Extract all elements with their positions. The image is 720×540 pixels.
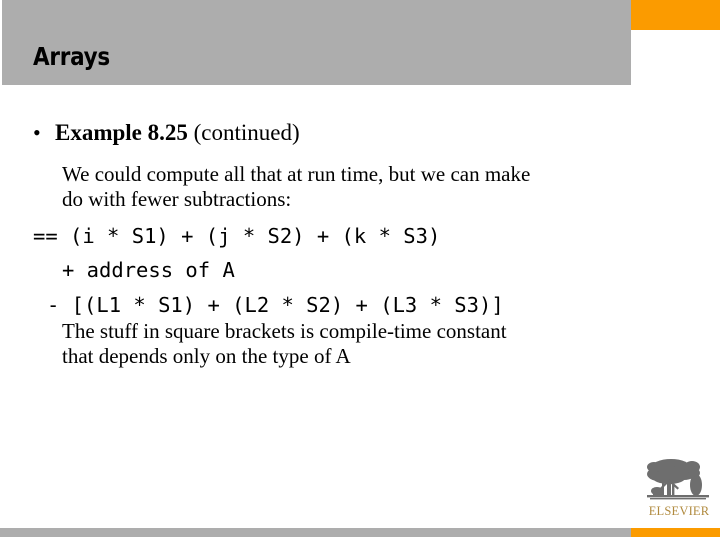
paragraph-bottom-line-2: that depends only on the type of A [62, 344, 351, 369]
title-bar: Arrays [2, 0, 631, 85]
slide-content: • Example 8.25 (continued) We could comp… [0, 120, 720, 369]
elsevier-wordmark: ELSEVIER [648, 504, 710, 518]
elsevier-logo: ELSEVIER [645, 455, 713, 522]
code-line-expression: == (i * S1) + (j * S2) + (k * S3) [33, 223, 441, 248]
code-line-subtraction: - [(L1 * S1) + (L2 * S2) + (L3 * S3)] [47, 292, 504, 317]
paragraph-top-line-2: do with fewer subtractions: [62, 187, 292, 212]
bullet-item-example: • Example 8.25 (continued) [0, 120, 720, 146]
code-line-address: + address of A [62, 258, 235, 283]
top-accent-bar [631, 0, 720, 30]
bullet-marker-icon: • [33, 120, 41, 145]
bullet-strong-text: Example 8.25 [55, 120, 188, 145]
bullet-rest-text: (continued) [187, 120, 300, 145]
paragraph-bottom: The stuff in square brackets is compile-… [0, 319, 720, 369]
page-title: Arrays [33, 42, 110, 71]
paragraph-top-line-1: We could compute all that at run time, b… [62, 162, 531, 187]
paragraph-top: We could compute all that at run time, b… [0, 162, 720, 212]
bottom-gray-bar [0, 528, 631, 537]
elsevier-tree-icon [647, 459, 709, 500]
paragraph-bottom-line-1: The stuff in square brackets is compile-… [62, 319, 507, 344]
bottom-accent-bar [631, 528, 720, 537]
bullet-text: Example 8.25 (continued) [55, 120, 300, 146]
